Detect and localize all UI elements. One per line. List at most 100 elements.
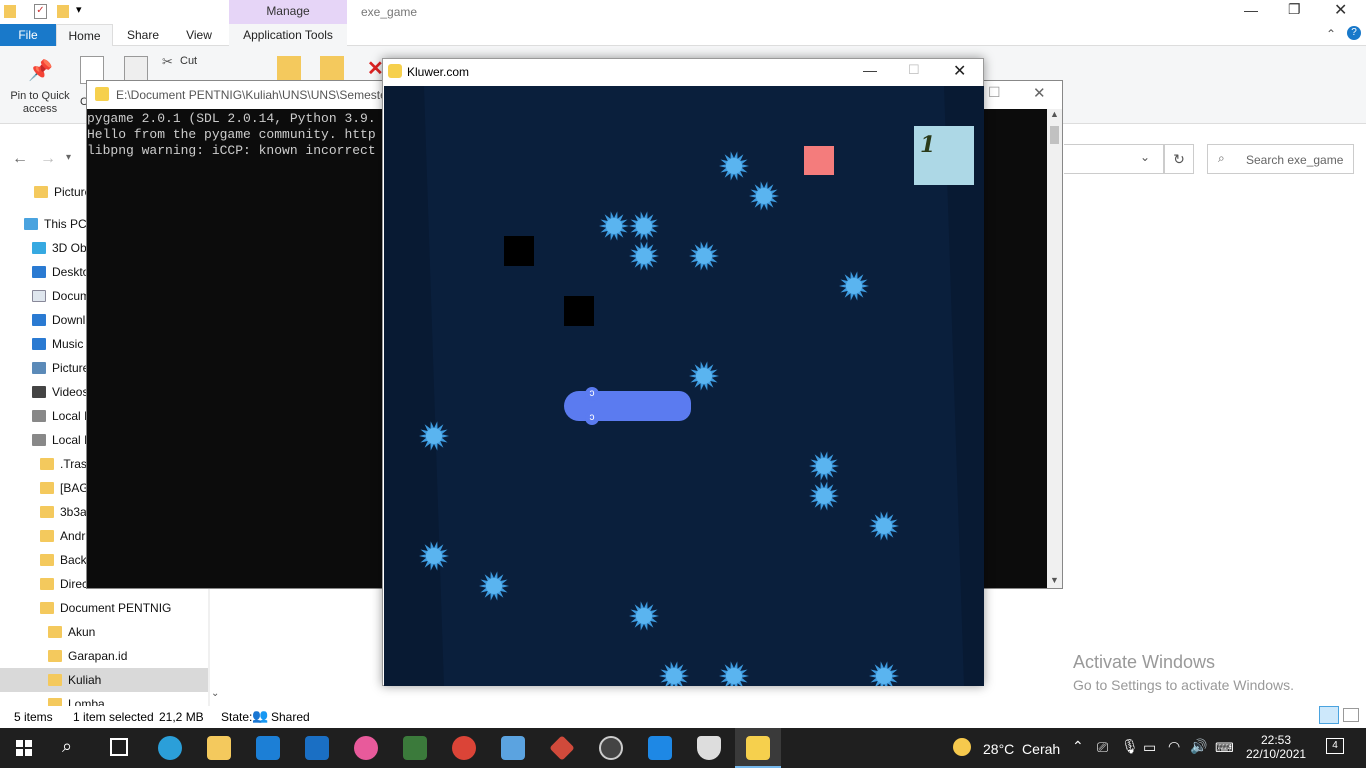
notification-center-icon[interactable]: 4 xyxy=(1326,738,1344,754)
splat-enemy xyxy=(629,211,659,241)
recent-locations-icon[interactable]: ▾ xyxy=(66,152,71,163)
game-titlebar[interactable]: Kluwer.com — ☐ ✕ xyxy=(383,59,983,85)
sidebar-item-this-pc[interactable]: This PC xyxy=(24,212,87,236)
details-view-icon[interactable] xyxy=(1319,706,1339,724)
explorer-title: exe_game xyxy=(361,5,418,19)
tab-home[interactable]: Home xyxy=(56,24,113,46)
help-icon[interactable]: ? xyxy=(1347,26,1361,40)
cut-button[interactable]: Cut xyxy=(180,55,197,67)
tab-file[interactable]: File xyxy=(0,24,56,46)
video-editor-icon[interactable] xyxy=(648,736,672,760)
close-icon[interactable]: ✕ xyxy=(953,61,966,81)
sidebar-item-kuliah[interactable]: Kuliah xyxy=(0,668,208,692)
show-hidden-icons-icon[interactable]: ⌃ xyxy=(1072,738,1084,755)
sidebar-item-music[interactable]: Music xyxy=(32,332,83,356)
copy-to-icon[interactable] xyxy=(320,56,344,82)
osu-icon[interactable] xyxy=(354,736,378,760)
battery-icon[interactable]: ▭ xyxy=(1143,739,1156,756)
sidebar-item-direct[interactable]: Direc xyxy=(40,572,88,596)
scroll-down-icon[interactable]: ⌄ xyxy=(211,688,219,699)
properties-icon[interactable]: ✓ xyxy=(34,4,47,19)
file-explorer-icon[interactable] xyxy=(207,736,231,760)
sidebar-item-local-disk-e[interactable]: Local I xyxy=(32,428,87,452)
selection-size: 21,2 MB xyxy=(159,710,204,724)
move-to-icon[interactable] xyxy=(277,56,301,82)
customize-qat-icon[interactable]: ▾ xyxy=(76,3,82,16)
activate-windows-watermark: Activate Windows Go to Settings to activ… xyxy=(1073,652,1294,693)
search-icon[interactable]: ⌕ xyxy=(62,736,72,757)
sidebar-item-lomba[interactable]: Lomba xyxy=(48,692,105,706)
task-view-icon[interactable] xyxy=(110,738,128,756)
wifi-icon[interactable]: ◠ xyxy=(1168,738,1180,755)
sidebar-item-documents[interactable]: Docum xyxy=(32,284,90,308)
sidebar-item-garapan[interactable]: Garapan.id xyxy=(48,644,127,668)
sidebar-item-3b3a[interactable]: 3b3a xyxy=(40,500,87,524)
maximize-icon[interactable]: ☐ xyxy=(988,84,1001,101)
splat-enemy xyxy=(659,661,689,686)
restore-icon[interactable]: ❐ xyxy=(1288,1,1301,18)
sidebar-item-document-pentnig[interactable]: Document PENTNIG xyxy=(40,596,171,620)
address-dropdown-icon[interactable]: ⌄ xyxy=(1140,150,1150,164)
search-box[interactable]: ⌕ Search exe_game xyxy=(1207,144,1354,174)
tab-application-tools[interactable]: Application Tools xyxy=(229,24,347,46)
game-canvas[interactable]: 1 ͻ ͻ xyxy=(384,86,984,686)
splat-enemy xyxy=(419,541,449,571)
obstacle-block xyxy=(504,236,534,266)
manage-tab[interactable]: Manage xyxy=(229,0,347,24)
maximize-icon[interactable]: ☐ xyxy=(908,62,920,78)
sidebar-item-pictures-2[interactable]: Picture xyxy=(32,356,89,380)
sidebar-item-pictures[interactable]: Picture xyxy=(34,180,91,204)
large-icons-view-icon[interactable] xyxy=(1343,708,1359,722)
status-bar: 5 items 1 item selected 21,2 MB State: 👥… xyxy=(0,706,1366,728)
obs-icon[interactable] xyxy=(599,736,623,760)
sidebar-item-videos[interactable]: Videos xyxy=(32,380,88,404)
terminal-icon[interactable] xyxy=(403,736,427,760)
videos-icon xyxy=(32,385,46,398)
folder-icon xyxy=(40,457,54,470)
scroll-down-icon[interactable]: ▼ xyxy=(1050,575,1059,585)
tab-share[interactable]: Share xyxy=(120,24,166,46)
clock[interactable]: 22:53 22/10/2021 xyxy=(1246,733,1306,761)
refresh-icon[interactable]: ↻ xyxy=(1164,144,1194,174)
game-window[interactable]: Kluwer.com — ☐ ✕ 1 ͻ ͻ xyxy=(382,58,984,686)
windows-start-icon[interactable] xyxy=(16,740,32,756)
sidebar-item-android[interactable]: Andr xyxy=(40,524,85,548)
chrome-icon[interactable] xyxy=(452,736,476,760)
console-scrollbar[interactable]: ▲ ▼ xyxy=(1047,109,1062,588)
sidebar-item-akun[interactable]: Akun xyxy=(48,620,95,644)
network-device-icon[interactable]: ⎚ xyxy=(1097,739,1108,756)
microphone-icon[interactable]: 🎙 xyxy=(1121,738,1139,755)
store-icon[interactable] xyxy=(305,736,329,760)
sidebar-item-local-disk-c[interactable]: Local I xyxy=(32,404,87,428)
git-icon[interactable] xyxy=(549,735,575,761)
tab-view[interactable]: View xyxy=(176,24,222,46)
new-folder-icon[interactable] xyxy=(57,5,69,18)
collapse-ribbon-icon[interactable]: ⌃ xyxy=(1326,27,1336,41)
sidebar-item-bag[interactable]: [BAG xyxy=(40,476,89,500)
sidebar-item-downloads[interactable]: Downl xyxy=(32,308,85,332)
sidebar-item-3d-objects[interactable]: 3D Obj xyxy=(32,236,89,260)
sidebar-item-backup[interactable]: Back xyxy=(40,548,87,572)
paint-icon[interactable] xyxy=(501,736,525,760)
keyboard-icon[interactable]: ⌨ xyxy=(1215,740,1234,756)
back-arrow-icon[interactable]: ← xyxy=(12,150,28,168)
mail-icon[interactable] xyxy=(256,736,280,760)
close-icon[interactable]: ✕ xyxy=(1334,0,1347,20)
close-icon[interactable]: ✕ xyxy=(1033,84,1046,102)
edge-icon[interactable] xyxy=(158,736,182,760)
pin-to-quick-access-button[interactable]: Pin to Quick access xyxy=(6,90,74,116)
game-background xyxy=(384,86,984,686)
minimize-icon[interactable]: — xyxy=(863,62,877,78)
minimize-icon[interactable]: — xyxy=(1244,2,1258,18)
weather-icon[interactable] xyxy=(953,738,971,756)
volume-icon[interactable]: 🔊 xyxy=(1190,738,1207,755)
python-taskbar-button[interactable] xyxy=(735,728,781,768)
scroll-up-icon[interactable]: ▲ xyxy=(1050,109,1059,119)
pictures-icon xyxy=(32,361,46,374)
weather-text[interactable]: 28°C Cerah xyxy=(983,741,1060,757)
search-input[interactable]: Search exe_game xyxy=(1246,153,1343,167)
scroll-thumb[interactable] xyxy=(1050,126,1059,144)
forward-arrow-icon[interactable]: → xyxy=(40,150,56,168)
sidebar-item-desktop[interactable]: Deskto xyxy=(32,260,89,284)
security-icon[interactable] xyxy=(697,736,721,760)
